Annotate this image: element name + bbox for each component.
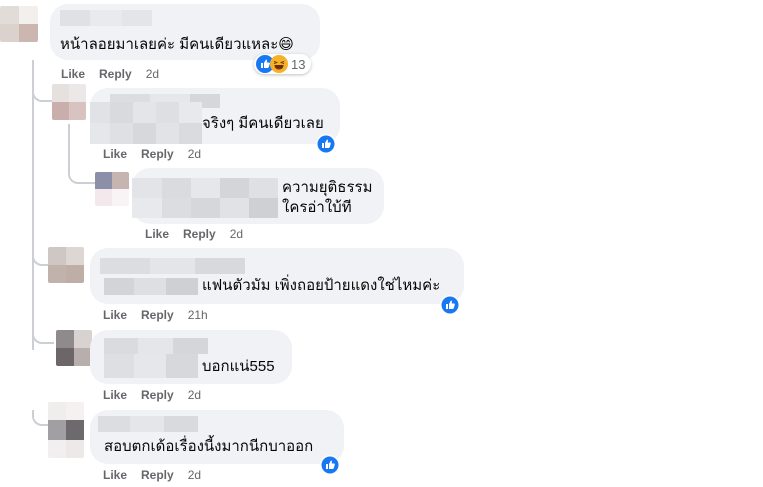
comment-bubble: สอบตกเด้อเรื่องนี้งมากนีกบาออก xyxy=(90,410,344,464)
comment-text-redacted xyxy=(132,178,278,218)
comment-text: บอกแน่555 xyxy=(202,358,275,375)
reaction-count: 13 xyxy=(291,56,306,72)
comment-actions: Like Reply 21h xyxy=(103,308,222,322)
author-name-redacted[interactable] xyxy=(60,10,152,26)
timestamp[interactable]: 21h xyxy=(188,308,208,322)
like-button[interactable]: Like xyxy=(145,227,169,241)
timestamp[interactable]: 2d xyxy=(188,147,201,161)
comment-text: หน้าลอยมาเลยค่ะ มีคนเดียวแหละ😄 xyxy=(60,36,294,53)
author-name-redacted[interactable] xyxy=(100,258,245,274)
comment-actions: Like Reply 2d xyxy=(61,67,173,81)
thread-line xyxy=(32,60,48,350)
like-button[interactable]: Like xyxy=(103,388,127,402)
timestamp[interactable]: 2d xyxy=(146,67,159,81)
avatar[interactable] xyxy=(48,247,84,283)
reply-button[interactable]: Reply xyxy=(141,147,174,161)
comment-actions: Like Reply 2d xyxy=(145,227,257,241)
reply-button[interactable]: Reply xyxy=(99,67,132,81)
comment-bubble: บอกแน่555 xyxy=(90,330,292,384)
comment-bubble: จริงๆ มีคนเดียวเลย xyxy=(90,88,340,144)
comment-bubble: แฟนตัวมัม เพิ่งถอยป้ายแดงใช่ไหมค่ะ xyxy=(90,248,464,304)
comment-bubble: หน้าลอยมาเลยค่ะ มีคนเดียวแหละ😄 xyxy=(50,4,320,60)
reply-button[interactable]: Reply xyxy=(183,227,216,241)
like-button[interactable]: Like xyxy=(103,308,127,322)
comment-text-redacted xyxy=(104,354,198,378)
avatar[interactable] xyxy=(48,402,84,458)
reply-button[interactable]: Reply xyxy=(141,468,174,482)
reply-button[interactable]: Reply xyxy=(141,308,174,322)
haha-reaction-icon xyxy=(270,55,288,73)
reply-button[interactable]: Reply xyxy=(141,388,174,402)
author-name-redacted[interactable] xyxy=(104,338,208,354)
thread-line-curve xyxy=(32,86,54,102)
comment-text: จริงๆ มีคนเดียวเลย xyxy=(202,115,324,132)
avatar[interactable] xyxy=(95,172,129,206)
timestamp[interactable]: 2d xyxy=(188,468,201,482)
comment-text-redacted xyxy=(104,278,198,295)
comment-actions: Like Reply 2d xyxy=(103,147,215,161)
like-button[interactable]: Like xyxy=(103,468,127,482)
like-button[interactable]: Like xyxy=(103,147,127,161)
avatar[interactable] xyxy=(0,6,38,42)
author-name-redacted[interactable] xyxy=(98,416,198,432)
avatar[interactable] xyxy=(52,84,86,120)
comment-actions: Like Reply 2d xyxy=(103,388,215,402)
timestamp[interactable]: 2d xyxy=(230,227,243,241)
comment-text-redacted xyxy=(90,102,202,144)
like-reaction-icon[interactable] xyxy=(320,455,340,475)
thread-line-curve xyxy=(32,330,54,344)
like-button[interactable]: Like xyxy=(61,67,85,81)
reaction-summary[interactable]: 13 xyxy=(254,54,312,74)
comment-actions: Like Reply 2d xyxy=(103,468,215,482)
avatar[interactable] xyxy=(56,330,92,366)
like-reaction-icon[interactable] xyxy=(440,295,460,315)
comment-text: แฟนตัวมัม เพิ่งถอยป้ายแดงใช่ไหมค่ะ xyxy=(202,277,441,294)
like-reaction-icon[interactable] xyxy=(316,134,336,154)
comment-text-line1: ความยุติธรรม xyxy=(282,179,373,196)
timestamp[interactable]: 2d xyxy=(188,388,201,402)
comment-text: สอบตกเด้อเรื่องนี้งมากนีกบาออก xyxy=(104,438,314,455)
comment-bubble: ความยุติธรรม ใครอ่าใบ้ที xyxy=(132,168,384,224)
comment-text-line2: ใครอ่าใบ้ที xyxy=(282,199,352,216)
